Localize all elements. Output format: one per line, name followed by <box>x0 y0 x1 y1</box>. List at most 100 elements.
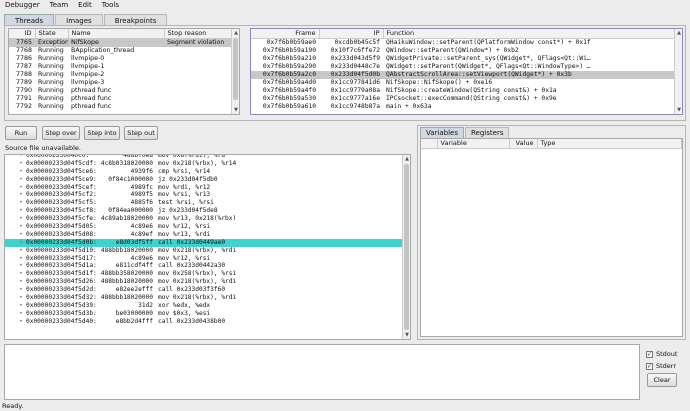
stack-frame-row[interactable]: 0x7f6b0b59a290 0x233d0448c7e QWidget::setP… <box>251 63 682 71</box>
column-header-function[interactable]: Function <box>383 29 682 39</box>
run-button[interactable]: Run <box>5 126 37 140</box>
disassembly-line[interactable]: • 0x00000233d04f5d08: 4c89ef mov %r13, %rdi <box>5 231 402 239</box>
disassembly-line[interactable]: • 0x00000233d04f5ce6: 4939f6 cmp %rsi, %r14 <box>5 168 402 176</box>
scroll-down-arrow-icon[interactable]: ▼ <box>232 106 239 114</box>
thread-row[interactable]: 7788 Running llvmpipe-2 <box>9 71 239 79</box>
threads-list[interactable]: ID State Name Stop reason 7765 Exception N… <box>8 28 240 115</box>
stack-frame-row[interactable]: 0x7f6b0b59ae0 0xcdb0b45c5f QHaikuWindow::s… <box>251 38 682 47</box>
thread-row[interactable]: 7789 Running llvmpipe-3 <box>9 79 239 87</box>
stack-scrollbar[interactable]: ▲ ▼ <box>674 29 682 114</box>
column-header-type[interactable]: Type <box>537 139 682 149</box>
column-header-id[interactable]: ID <box>9 29 36 39</box>
clear-button[interactable]: Clear <box>647 373 677 387</box>
menu-debugger[interactable]: Debugger <box>0 0 45 11</box>
stack-frame-row[interactable]: 0x7f6b0b59a2c0 0x233d04f5d0b QAbstractScro… <box>251 70 682 79</box>
stack-trace-list[interactable]: Frame IP Function 0x7f6b0b59ae0 0xcdb0b45… <box>250 28 683 115</box>
instruction-address: 0x00000233d04f5d39: <box>26 301 97 309</box>
variables-list[interactable]: Variable Value Type <box>420 138 683 337</box>
stdout-label: Stdout <box>656 350 678 358</box>
menu-team[interactable]: Team <box>45 0 74 11</box>
scroll-down-arrow-icon[interactable]: ▼ <box>675 106 682 114</box>
column-header-stop-reason[interactable]: Stop reason <box>164 29 239 39</box>
disassembly-line[interactable]: • 0x00000233d04f5cf2: 4989f5 mov %rsi, %r13 <box>5 191 402 199</box>
disassembly-line[interactable]: • 0x00000233d04f5ce9: 0f84c1000000 jz 0x233… <box>5 176 402 184</box>
stack-frame-row[interactable]: 0x7f6b0b59a4f0 0x1cc9779a08a NifSkope::cre… <box>251 87 682 95</box>
instruction-bytes: be03000000 <box>115 309 153 317</box>
column-header-state[interactable]: State <box>35 29 69 39</box>
column-header-name[interactable]: Name <box>68 29 165 39</box>
disassembly-line[interactable]: • 0x00000233d04f5d40: e8bb2d4fff call 0x233… <box>5 318 402 326</box>
disassembly-line[interactable]: • 0x00000233d04f5d2d: e82ee2efff call 0x233… <box>5 286 402 294</box>
disassembly-line[interactable]: • 0x00000233d04f5cf8: 0f84ea000000 jz 0x233… <box>5 207 402 215</box>
step-into-button[interactable]: Step into <box>84 126 120 140</box>
column-header-frame[interactable]: Frame <box>251 29 320 39</box>
disassembly-scrollbar[interactable]: ▲ ▼ <box>402 155 410 339</box>
disassembly-view[interactable]: • 0x000002330040c0: 488bf0e8 mov 0x8(%rdi),… <box>4 154 411 340</box>
menu-edit[interactable]: Edit <box>73 0 97 11</box>
disassembly-line[interactable]: • 0x00000233d04f5d05: 4c89e6 mov %r12, %rsi <box>5 223 402 231</box>
scroll-up-arrow-icon[interactable]: ▲ <box>232 29 239 37</box>
thread-row[interactable]: 7792 Running pthread func <box>9 103 239 111</box>
thread-row[interactable]: 7790 Running pthread func <box>9 87 239 95</box>
thread-row[interactable]: 7786 Running llvmpipe-0 <box>9 55 239 63</box>
disassembly-line[interactable]: • 0x00000233d04f5cef: 4989fc mov %rdi, %r12 <box>5 184 402 192</box>
instruction-address: 0x00000233d04f5ce9: <box>26 175 97 183</box>
step-over-button[interactable]: Step over <box>42 126 80 140</box>
threads-scrollbar[interactable]: ▲ ▼ <box>231 29 239 114</box>
disassembly-line[interactable]: • 0x00000233d04f5d17: 4c89e6 mov %r12, %rsi <box>5 255 402 263</box>
thread-row[interactable]: 7791 Running pthread func <box>9 95 239 103</box>
instruction-address: 0x00000233d04f5d32: <box>26 294 97 302</box>
console-output[interactable] <box>4 344 640 400</box>
thread-name: llvmpipe-3 <box>71 78 105 86</box>
stdout-checkbox[interactable]: ✓ <box>646 351 653 358</box>
column-header-variable[interactable]: Variable <box>437 139 510 149</box>
thread-row[interactable]: 7765 Exception NifSkope Segment violation <box>9 38 239 47</box>
instruction-bytes: e82ee2efff <box>115 286 153 294</box>
instruction-text: mov 0x218(%rbx), %r14 <box>158 159 237 167</box>
scroll-up-arrow-icon[interactable]: ▲ <box>675 29 682 37</box>
instruction-text: mov %r12, %rsi <box>158 254 211 262</box>
thread-row[interactable]: 7768 Running BApplication_thread <box>9 47 239 55</box>
disassembly-line[interactable]: • 0x00000233d04f5d1a: e811cdf4ff call 0x233… <box>5 262 402 270</box>
frame-address: 0x7f6b0b59a530 <box>262 94 316 102</box>
thread-row[interactable]: 7787 Running llvmpipe-1 <box>9 63 239 71</box>
menu-tools[interactable]: Tools <box>97 0 124 11</box>
column-header-value[interactable]: Value <box>509 139 538 149</box>
disassembly-line[interactable]: • 0x00000233d04f5d26: 488bbb18020000 mov 0x… <box>5 278 402 286</box>
disassembly-line[interactable]: • 0x00000233d04f5cfe: 4c89ab18020000 mov %r… <box>5 215 402 223</box>
thread-id: 7791 <box>15 94 32 102</box>
stderr-checkbox[interactable]: ✓ <box>646 363 653 370</box>
scroll-down-arrow-icon[interactable]: ▼ <box>403 331 410 339</box>
disassembly-line[interactable]: • 0x00000233d04f5d32: 488bbb18020000 mov 0x… <box>5 294 402 302</box>
instruction-text: call 0x233d0449ae0 <box>158 238 226 246</box>
line-marker-icon: • <box>19 286 23 294</box>
stack-frame-row[interactable]: 0x7f6b0b59a210 0x233d043d5f9 QWidgetPrivat… <box>251 55 682 63</box>
disassembly-line[interactable]: • 0x00000233d04f5cf5: 4885f6 test %rsi, %rs… <box>5 199 402 207</box>
tab-registers[interactable]: Registers <box>465 127 510 138</box>
stack-frame-row[interactable]: 0x7f6b0b59a530 0x1cc9777a16e IPCsocket::ex… <box>251 95 682 103</box>
frame-address: 0x7f6b0b59a190 <box>262 46 316 54</box>
thread-state: Running <box>38 62 64 70</box>
line-marker-icon: • <box>19 278 23 286</box>
stack-frame-row[interactable]: 0x7f6b0b59a190 0x10f7c6ffe72 QWindow::setP… <box>251 47 682 55</box>
column-header-ip[interactable]: IP <box>319 29 384 39</box>
disassembly-line[interactable]: • 0x00000233d04f5d39: 31d2 xor %edx, %edx <box>5 302 402 310</box>
scroll-up-arrow-icon[interactable]: ▲ <box>403 155 410 163</box>
instruction-address: 0x00000233d04f5cf2: <box>26 191 97 199</box>
stack-frame-row[interactable]: 0x7f6b0b59a4d0 0x1cc977841d6 NifSkope::Nif… <box>251 79 682 87</box>
scroll-thumb[interactable] <box>233 38 238 100</box>
scroll-thumb[interactable] <box>404 164 409 330</box>
instruction-address: 0x00000233d04f5cdf: <box>26 159 97 167</box>
thread-state: Running <box>38 78 64 86</box>
disassembly-line[interactable]: • 0x00000233d04f5d3b: be03000000 mov $0x3, … <box>5 310 402 318</box>
line-marker-icon: • <box>19 223 23 231</box>
current-instruction-line[interactable]: ⇒ 0x00000233d04f5d0b: e8d03df5ff call 0x233… <box>5 238 402 247</box>
disassembly-line[interactable]: • 0x00000233d04f5d1f: 488bb358020000 mov 0x… <box>5 270 402 278</box>
stack-frame-row[interactable]: 0x7f6b0b59a610 0x1cc9748b87a main + 0x63a <box>251 103 682 111</box>
disassembly-line[interactable]: • 0x00000233d04f5d10: 488bbb18020000 mov 0x… <box>5 247 402 255</box>
tab-variables[interactable]: Variables <box>420 127 464 138</box>
thread-id: 7768 <box>15 46 32 54</box>
step-out-button[interactable]: Step out <box>124 126 158 140</box>
disassembly-line[interactable]: • 0x00000233d04f5cdf: 4c8b0318020000 mov 0x… <box>5 160 402 168</box>
thread-name: llvmpipe-2 <box>71 70 105 78</box>
